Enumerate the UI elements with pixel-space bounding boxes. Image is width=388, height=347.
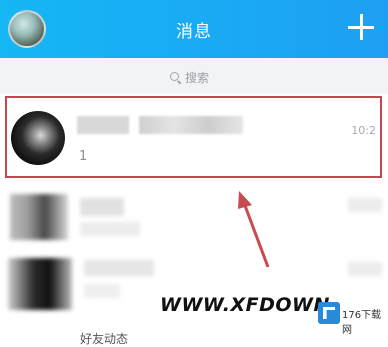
blurred-contact-name-1 <box>80 198 124 216</box>
watermark-text: WWW.XFDOWN <box>160 294 330 316</box>
blurred-contact-time-1 <box>348 198 382 212</box>
contact-name-redacted-2 <box>139 116 243 134</box>
bottom-partial-text: 好友动态 <box>80 332 129 346</box>
message-time: 10:2 <box>351 124 376 137</box>
annotation-arrow-icon <box>238 191 270 268</box>
watermark-logo-text: 176下载网 <box>342 310 382 336</box>
conversation-item[interactable]: 1 10:2 <box>5 96 382 178</box>
search-icon <box>170 71 181 83</box>
message-preview: 1 <box>79 149 88 164</box>
top-header: 消息 <box>0 0 388 58</box>
search-label: 搜索 <box>185 70 210 85</box>
blurred-contact-preview-1 <box>80 222 140 236</box>
contact-name-redacted <box>77 116 129 134</box>
watermark-logo-icon <box>318 302 340 324</box>
search-placeholder[interactable]: 搜索 <box>170 69 209 85</box>
blurred-contact-preview-2 <box>84 284 120 298</box>
blurred-contact-time-2 <box>348 262 382 276</box>
blurred-contact-name-2 <box>84 260 154 276</box>
search-bar[interactable]: 搜索 <box>0 58 388 94</box>
add-plus-icon[interactable] <box>348 14 374 40</box>
contact-avatar[interactable] <box>11 111 65 165</box>
page-title: 消息 <box>176 22 212 42</box>
blurred-contact-avatar-1 <box>10 194 68 240</box>
blurred-contact-avatar-2 <box>8 258 72 310</box>
